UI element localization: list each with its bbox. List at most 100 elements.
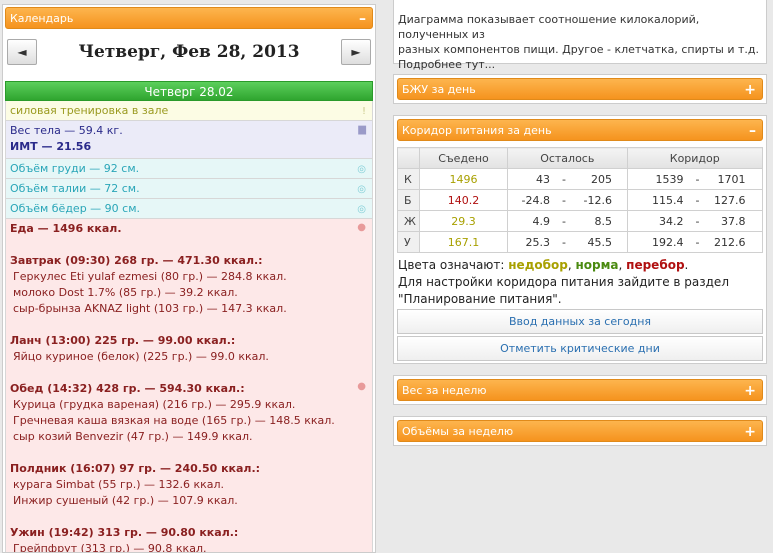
- corridor-max: 1701: [717, 172, 746, 186]
- corridor-hint: Для настройки коридора питания зайдите в…: [398, 275, 729, 306]
- corridor-min: 34.2: [659, 214, 684, 228]
- legend-norm: норма: [575, 258, 619, 272]
- food-total: Еда — 1496 ккал.: [10, 222, 122, 235]
- tape-icon: ◎: [357, 184, 366, 195]
- row-label: Ж: [397, 210, 420, 232]
- next-day-button[interactable]: ►: [341, 39, 371, 65]
- corridor-range: 115.4-127.6: [626, 189, 764, 211]
- range-dash: -: [695, 235, 700, 249]
- apple-icon: ●: [357, 381, 366, 392]
- col-eaten: Съедено: [419, 147, 508, 169]
- eaten-value: 1496: [419, 168, 508, 190]
- table-row: К 1496 43-205 1539-1701: [397, 168, 764, 190]
- meal-head: Завтрак (09:30) 268 гр. — 471.30 ккал.:: [10, 254, 263, 267]
- range-dash: -: [695, 214, 700, 228]
- right-column: Диаграмма показывает соотношение килокал…: [389, 0, 773, 553]
- col-corridor: Коридор: [626, 147, 764, 169]
- range-dash: -: [562, 235, 566, 249]
- left-max: 8.5: [594, 214, 613, 228]
- legend-end: .: [684, 258, 689, 272]
- table-row: Ж 29.3 4.9-8.5 34.2-37.8: [397, 210, 764, 232]
- meal-item: Грейпфрут (313 гр.) — 90.8 ккал.: [13, 542, 207, 553]
- meal-item: Яйцо куриное (белок) (225 гр.) — 99.0 кк…: [13, 350, 269, 363]
- weight-week-panel: Вес за неделю +: [393, 375, 767, 405]
- food-row[interactable]: ● Еда — 1496 ккал. Завтрак (09:30) 268 г…: [5, 219, 373, 553]
- description-line: разных компонентов пищи. Другое - клетча…: [398, 43, 759, 56]
- date-title: Четверг, Фев 28, 2013: [78, 42, 300, 62]
- bju-title: БЖУ за день: [402, 83, 476, 96]
- legend-over: перебор: [626, 258, 685, 272]
- meal-item: сыр козий Benvezir (47 гр.) — 149.9 ккал…: [13, 430, 253, 443]
- range-dash: -: [695, 172, 700, 186]
- corridor-range: 1539- 1701: [626, 168, 764, 190]
- eaten-value: 167.1: [419, 231, 508, 253]
- mark-critical-days-button[interactable]: Отметить критические дни: [397, 336, 763, 361]
- legend-under: недобор: [508, 258, 568, 272]
- meal-snack: Полдник (16:07) 97 гр. — 240.50 ккал.: к…: [10, 461, 368, 509]
- range-dash: -: [695, 193, 700, 207]
- collapse-icon[interactable]: –: [359, 8, 366, 30]
- meal-item: Гречневая каша вязкая на воде (165 гр.) …: [13, 414, 335, 427]
- meal-item: Инжир сушеный (42 гр.) — 107.9 ккал.: [13, 494, 238, 507]
- tape-icon: ◎: [357, 164, 366, 175]
- range-dash: -: [562, 214, 566, 228]
- weight-row[interactable]: Вес тела — 59.4 кг. ИМТ — 21.56 ▆: [5, 121, 373, 159]
- meal-head: Ужин (19:42) 313 гр. — 90.80 ккал.:: [10, 526, 239, 539]
- meal-item: Геркулес Eti yulaf ezmesi (80 гр.) — 284…: [13, 270, 287, 283]
- table-corner: [397, 147, 420, 169]
- prev-day-button[interactable]: ◄: [7, 39, 37, 65]
- meal-item: Курица (грудка вареная) (216 гр.) — 295.…: [13, 398, 296, 411]
- expand-icon[interactable]: +: [744, 421, 756, 443]
- meal-supper: Ужин (19:42) 313 гр. — 90.80 ккал.: Грей…: [10, 525, 368, 553]
- collapse-icon[interactable]: –: [749, 120, 756, 142]
- color-legend: Цвета означают: недобор, норма, перебор.: [398, 258, 689, 272]
- waist-row[interactable]: Объём талии — 72 см. ◎: [5, 179, 373, 199]
- corridor-max: 127.6: [714, 193, 746, 207]
- apple-icon: ●: [357, 222, 366, 233]
- expand-icon[interactable]: +: [744, 79, 756, 101]
- date-navigator: ◄ Четверг, Фев 28, 2013 ►: [5, 35, 373, 71]
- corridor-max: 212.6: [714, 235, 746, 249]
- legend-prefix: Цвета означают:: [398, 258, 505, 272]
- eaten-value: 29.3: [419, 210, 508, 232]
- left-max: -12.6: [583, 193, 612, 207]
- expand-icon[interactable]: +: [744, 380, 756, 402]
- range-dash: -: [562, 193, 566, 207]
- corridor-range: 34.2- 37.8: [626, 210, 764, 232]
- volumes-week-header[interactable]: Объёмы за неделю +: [397, 420, 763, 442]
- bju-panel: БЖУ за день +: [393, 74, 767, 104]
- hips-row[interactable]: Объём бёдер — 90 см. ◎: [5, 199, 373, 219]
- meal-head: Обед (14:32) 428 гр. — 594.30 ккал.:: [10, 382, 245, 395]
- calendar-panel: Календарь – ◄ Четверг, Фев 28, 2013 ► Че…: [2, 4, 376, 553]
- enter-today-button[interactable]: Ввод данных за сегодня: [397, 309, 763, 334]
- range-dash: -: [562, 172, 566, 186]
- weight-text: Вес тела — 59.4 кг.: [10, 124, 123, 137]
- scale-icon: ▆: [358, 124, 366, 135]
- training-row[interactable]: силовая тренировка в зале !: [5, 101, 373, 121]
- calendar-header[interactable]: Календарь –: [5, 7, 373, 29]
- bju-header[interactable]: БЖУ за день +: [397, 78, 763, 100]
- corridor-min: 115.4: [652, 193, 684, 207]
- meal-item: сыр-брынза AKNAZ light (103 гр.) — 147.3…: [13, 302, 287, 315]
- tape-icon: ◎: [357, 204, 366, 215]
- corridor-header[interactable]: Коридор питания за день –: [397, 119, 763, 141]
- row-label: У: [397, 231, 420, 253]
- day-header: Четверг 28.02: [5, 81, 373, 101]
- table-row: У 167.1 25.3-45.5 192.4-212.6: [397, 231, 764, 253]
- training-text: силовая тренировка в зале: [10, 104, 169, 117]
- corridor-min: 192.4: [652, 235, 684, 249]
- left-range: -24.8- -12.6: [507, 189, 628, 211]
- weight-week-title: Вес за неделю: [402, 384, 487, 397]
- weight-week-header[interactable]: Вес за неделю +: [397, 379, 763, 401]
- more-link[interactable]: Подробнее тут...: [398, 57, 762, 72]
- meal-breakfast: Завтрак (09:30) 268 гр. — 471.30 ккал.: …: [10, 253, 368, 317]
- corridor-max: 37.8: [721, 214, 746, 228]
- left-range: 43- 205: [507, 168, 628, 190]
- left-range: 4.9- 8.5: [507, 210, 628, 232]
- calendar-title: Календарь: [10, 12, 74, 25]
- chest-row[interactable]: Объём груди — 92 см. ◎: [5, 159, 373, 179]
- corridor-title: Коридор питания за день: [402, 124, 552, 137]
- left-max: 45.5: [587, 235, 613, 249]
- meal-item: молоко Dost 1.7% (85 гр.) — 39.2 ккал.: [13, 286, 238, 299]
- corridor-range: 192.4-212.6: [626, 231, 764, 253]
